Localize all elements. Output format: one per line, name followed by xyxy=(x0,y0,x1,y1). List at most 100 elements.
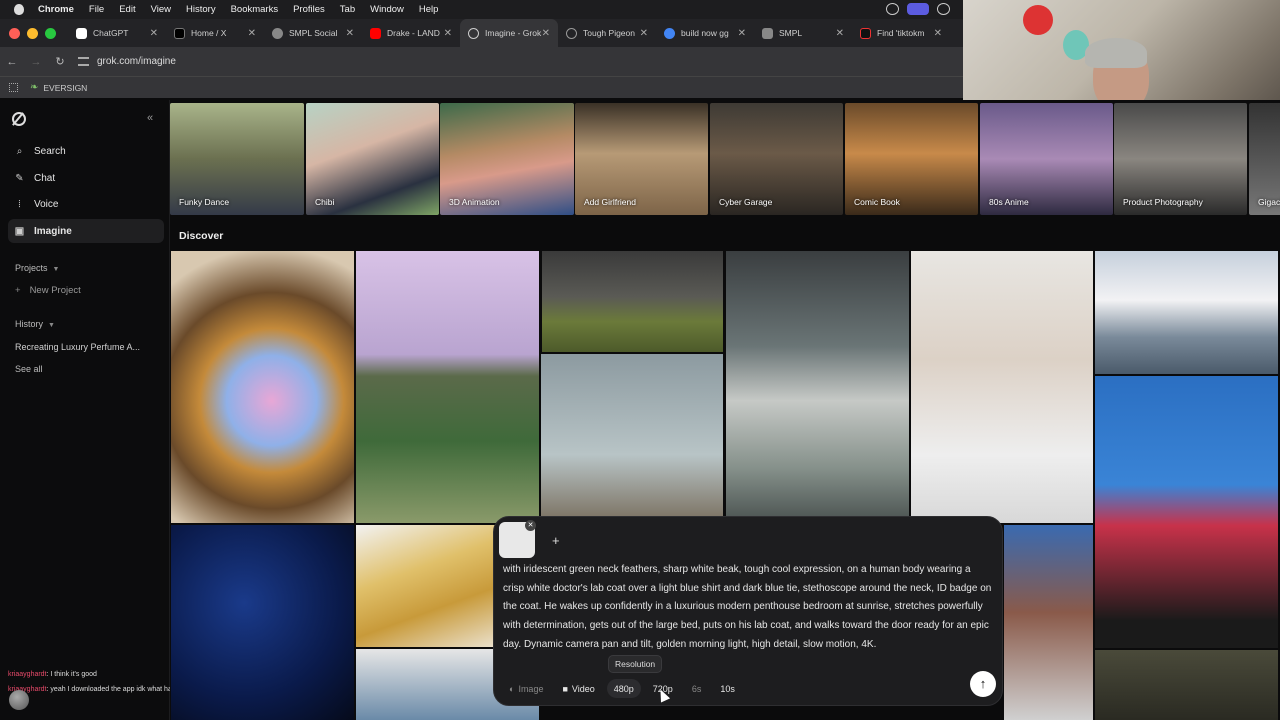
duration-10s-button[interactable]: 10s xyxy=(713,679,742,698)
reload-icon[interactable]: ↻ xyxy=(48,55,72,68)
browser-tab[interactable]: Tough Pigeon ✕ xyxy=(558,19,656,47)
category-tile[interactable]: Funky Dance xyxy=(170,103,304,215)
menu-profiles[interactable]: Profiles xyxy=(293,4,325,15)
site-settings-icon[interactable] xyxy=(78,57,89,66)
category-label: Gigachad xyxy=(1258,197,1280,207)
category-tile[interactable]: 80s Anime xyxy=(980,103,1113,215)
close-window-button[interactable] xyxy=(9,27,20,39)
url-field[interactable]: grok.com/imagine xyxy=(78,56,176,67)
screen-record-icon[interactable] xyxy=(907,3,929,15)
resolution-480p-button[interactable]: 480p xyxy=(606,679,641,698)
discover-tile[interactable] xyxy=(911,251,1093,523)
add-attachment-icon[interactable]: + xyxy=(552,533,560,548)
close-tab-icon[interactable]: ✕ xyxy=(640,28,648,39)
close-tab-icon[interactable]: ✕ xyxy=(444,28,452,39)
sidebar-item-imagine[interactable]: ▣ Imagine xyxy=(8,219,164,243)
discover-tile[interactable] xyxy=(171,251,354,523)
menu-history[interactable]: History xyxy=(186,4,216,15)
grok-logo-icon[interactable] xyxy=(12,112,26,126)
avatar xyxy=(9,690,29,710)
menu-tab[interactable]: Tab xyxy=(340,4,355,15)
duration-6s-button[interactable]: 6s xyxy=(685,679,709,698)
discover-tile[interactable] xyxy=(541,354,723,522)
tab-title: SMPL xyxy=(779,28,803,38)
mode-image-button[interactable]: ◐ Image xyxy=(502,679,550,698)
forward-arrow-icon[interactable]: → xyxy=(24,56,48,68)
prompt-textarea[interactable]: with iridescent green neck feathers, sha… xyxy=(503,561,993,655)
tab-title: ChatGPT xyxy=(93,28,129,38)
category-tile[interactable]: 3D Animation xyxy=(440,103,574,215)
bookmark-eversign[interactable]: EVERSIGN xyxy=(43,83,87,93)
browser-tab-active[interactable]: Imagine - Grok ✕ xyxy=(460,19,558,47)
browser-tab[interactable]: SMPL Social ✕ xyxy=(264,19,362,47)
see-all-link[interactable]: See all xyxy=(15,364,43,374)
image-mode-icon: ◐ xyxy=(509,683,515,694)
close-tab-icon[interactable]: ✕ xyxy=(836,28,844,39)
apps-grid-icon[interactable] xyxy=(9,83,18,92)
chevron-down-icon: ▼ xyxy=(52,266,60,273)
discover-tile[interactable] xyxy=(171,525,354,720)
discover-tile[interactable] xyxy=(1004,525,1093,720)
close-tab-icon[interactable]: ✕ xyxy=(346,28,354,39)
projects-section-header[interactable]: Projects ▼ xyxy=(15,263,59,273)
x-favicon-icon xyxy=(174,27,185,39)
category-tile[interactable]: Product Photography xyxy=(1114,103,1247,215)
category-tile[interactable]: Cyber Garage xyxy=(710,103,843,215)
browser-tab[interactable]: ChatGPT ✕ xyxy=(68,19,166,47)
history-item[interactable]: Recreating Luxury Perfume A... xyxy=(15,342,155,352)
menu-file[interactable]: File xyxy=(89,4,104,15)
discover-tile[interactable] xyxy=(356,251,539,523)
collapse-sidebar-icon[interactable]: « xyxy=(147,112,153,124)
remove-attachment-icon[interactable]: ✕ xyxy=(525,520,536,531)
discover-tile[interactable] xyxy=(1095,376,1278,648)
menu-help[interactable]: Help xyxy=(419,4,439,15)
discover-tile[interactable] xyxy=(726,251,909,523)
category-label: Chibi xyxy=(315,197,335,207)
discover-tile[interactable] xyxy=(1095,650,1278,720)
maximize-window-button[interactable] xyxy=(45,27,56,39)
sidebar-item-chat[interactable]: ✎ Chat xyxy=(8,166,164,190)
browser-tab[interactable]: Find 'tiktokm ✕ xyxy=(852,19,950,47)
category-tile[interactable]: Chibi xyxy=(306,103,439,215)
sidebar-item-search[interactable]: ⌕ Search xyxy=(8,139,164,163)
url-text: grok.com/imagine xyxy=(97,56,176,67)
mode-video-button[interactable]: ■ Video xyxy=(555,679,601,698)
control-center-icon[interactable] xyxy=(937,3,950,15)
mode-label: Video xyxy=(571,683,595,694)
back-arrow-icon[interactable]: ← xyxy=(0,56,24,68)
menu-view[interactable]: View xyxy=(151,4,171,15)
category-tile[interactable]: Comic Book xyxy=(845,103,978,215)
stream-chat-message: kriaayghardt: yeah I downloaded the app … xyxy=(8,686,196,693)
close-tab-icon[interactable]: ✕ xyxy=(150,28,158,39)
chat-username: kriaayghardt xyxy=(8,671,47,678)
discover-tile[interactable] xyxy=(542,251,723,352)
close-tab-icon[interactable]: ✕ xyxy=(738,28,746,39)
eversign-leaf-icon: ❧ xyxy=(30,82,39,93)
browser-tab[interactable]: SMPL ✕ xyxy=(754,19,852,47)
close-tab-icon[interactable]: ✕ xyxy=(248,28,256,39)
status-icon[interactable] xyxy=(886,3,899,15)
send-button[interactable]: ↑ xyxy=(970,671,996,697)
smpl-favicon-icon xyxy=(762,27,773,39)
close-tab-icon[interactable]: ✕ xyxy=(934,28,942,39)
browser-tab[interactable]: Drake - LAND ✕ xyxy=(362,19,460,47)
history-section-header[interactable]: History ▼ xyxy=(15,319,55,329)
category-tile[interactable]: Gigachad xyxy=(1249,103,1280,215)
discover-tile[interactable] xyxy=(1095,251,1278,374)
browser-tab[interactable]: build now gg ✕ xyxy=(656,19,754,47)
menu-window[interactable]: Window xyxy=(370,4,404,15)
new-project-button[interactable]: + New Project xyxy=(15,285,81,296)
sidebar-item-voice[interactable]: ⦙ Voice xyxy=(8,192,164,216)
minimize-window-button[interactable] xyxy=(27,27,38,39)
sidebar-item-label: Search xyxy=(34,145,66,157)
category-tile[interactable]: Add Girlfriend xyxy=(575,103,708,215)
apple-icon[interactable] xyxy=(14,4,24,15)
menu-bookmarks[interactable]: Bookmarks xyxy=(231,4,279,15)
tab-title: Tough Pigeon xyxy=(583,28,635,38)
browser-tab[interactable]: Home / X ✕ xyxy=(166,19,264,47)
chatgpt-favicon-icon xyxy=(76,27,87,39)
close-tab-icon[interactable]: ✕ xyxy=(542,28,550,39)
grok-sidebar: « ⌕ Search ✎ Chat ⦙ Voice ▣ Imagine Projects… xyxy=(0,100,170,720)
menu-edit[interactable]: Edit xyxy=(119,4,135,15)
menu-app-name[interactable]: Chrome xyxy=(38,4,74,15)
